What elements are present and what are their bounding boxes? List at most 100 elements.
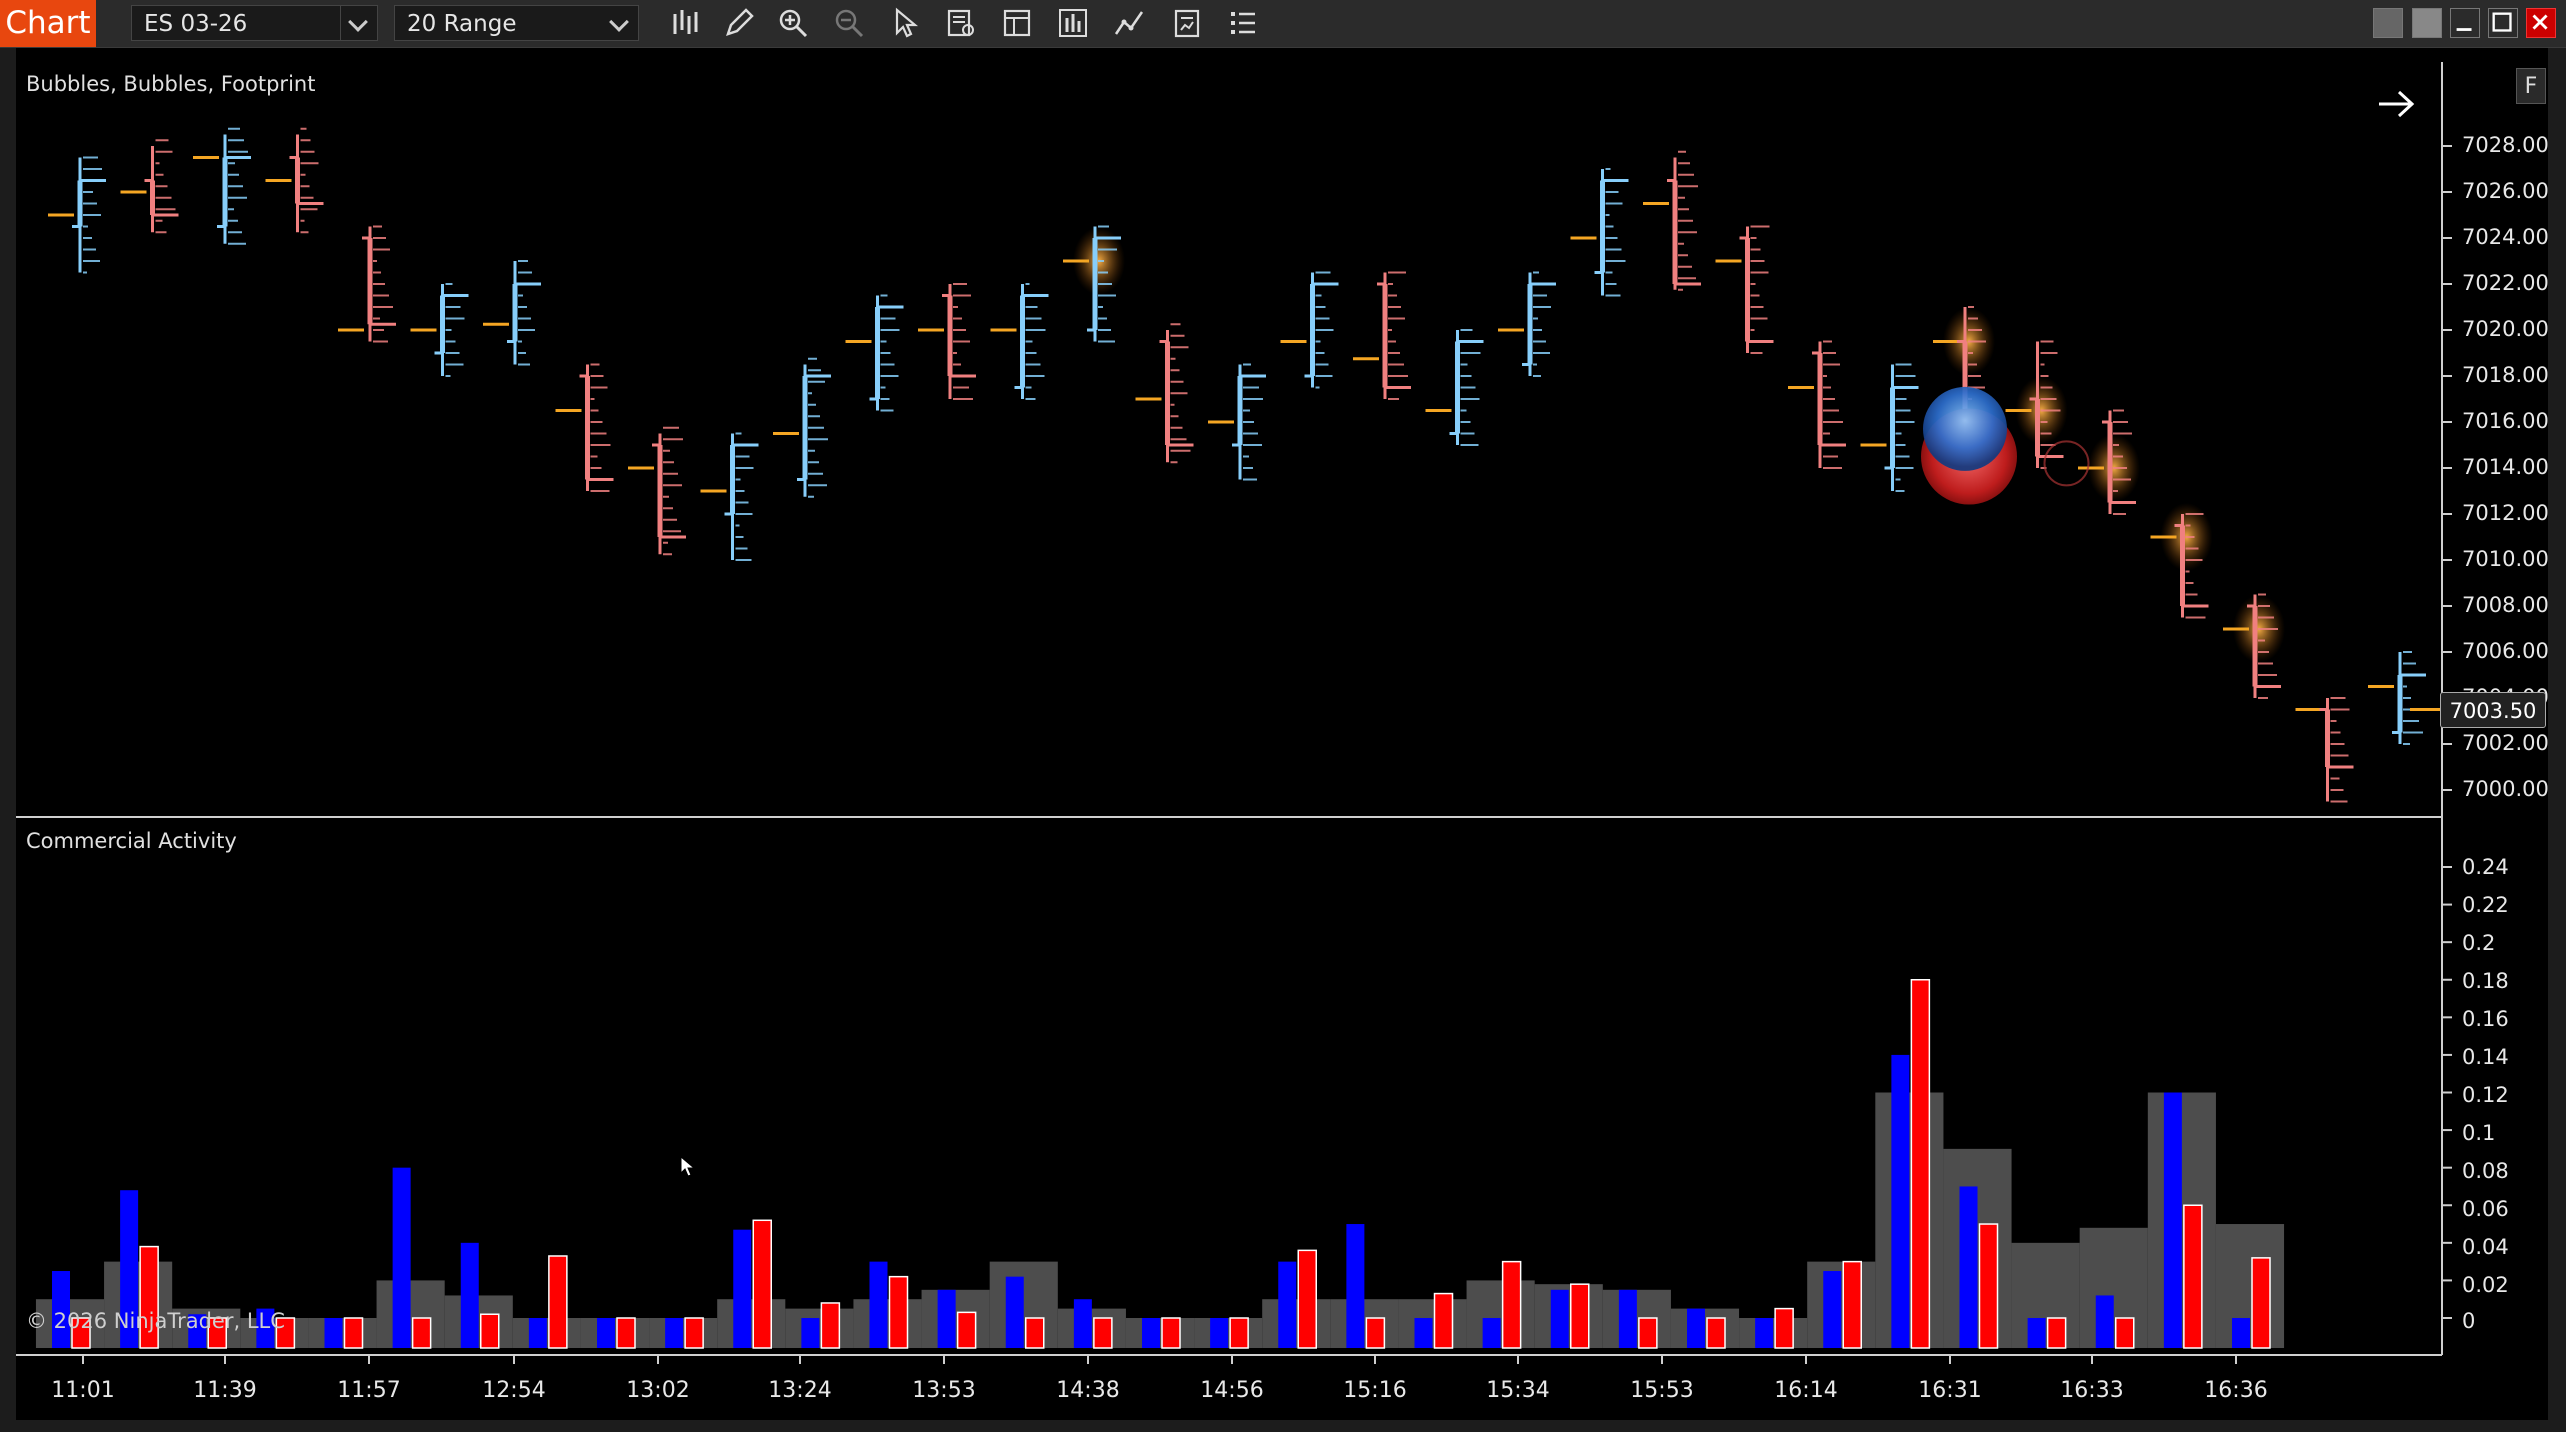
activity-background-bar	[2215, 1224, 2285, 1348]
footprint-bar	[773, 357, 831, 498]
arrow-right-icon[interactable]	[2375, 86, 2417, 122]
price-axis-tick: 7000.00	[2462, 777, 2549, 801]
chart-window-tab[interactable]: Chart	[0, 0, 96, 47]
interval-selector[interactable]: 20 Range	[394, 5, 639, 41]
bar-body	[2397, 675, 2403, 733]
buy-activity-bar	[324, 1318, 343, 1348]
chart-canvas[interactable]	[0, 0, 2566, 1432]
buy-activity-bar	[1687, 1308, 1705, 1348]
buy-activity-bar	[801, 1318, 820, 1348]
indicator-axis-tick: 0.16	[2462, 1007, 2509, 1031]
bar-body	[947, 295, 953, 376]
time-axis-tick: 15:53	[1630, 1378, 1694, 1403]
window-frame-left	[0, 48, 16, 1432]
sell-activity-bar	[1093, 1317, 1113, 1349]
sell-activity-bar	[1025, 1317, 1045, 1349]
time-axis-tick: 16:14	[1774, 1378, 1838, 1403]
buy-activity-bar	[392, 1167, 411, 1348]
zoom-out-icon[interactable]	[832, 6, 866, 40]
chevron-down-icon[interactable]	[602, 6, 638, 40]
tile-icon[interactable]	[2412, 8, 2442, 38]
sell-activity-bar	[1570, 1283, 1590, 1349]
buy-activity-bar	[460, 1242, 479, 1348]
bar-body	[2035, 399, 2040, 457]
instrument-selector[interactable]: ES 03-26	[131, 5, 378, 41]
price-panel-title: Bubbles, Bubbles, Footprint	[26, 72, 316, 96]
sell-bubble	[1921, 408, 2017, 505]
bar-body	[802, 376, 808, 480]
zoom-in-icon[interactable]	[776, 6, 810, 40]
price-axis-tick: 7018.00	[2462, 363, 2549, 387]
activity-background-bar	[1330, 1299, 1399, 1348]
pencil-icon[interactable]	[722, 6, 756, 40]
buy-activity-bar	[1414, 1318, 1433, 1348]
maximize-icon[interactable]	[2488, 8, 2518, 38]
activity-background-bar	[444, 1295, 513, 1348]
footprint-bar	[483, 260, 541, 366]
time-axis-tick: 11:57	[337, 1378, 401, 1403]
tile-icon[interactable]	[2373, 8, 2403, 38]
bar-body	[1020, 295, 1025, 388]
sell-activity-bar	[1297, 1249, 1317, 1349]
properties-icon[interactable]	[1000, 6, 1034, 40]
activity-glow	[2160, 503, 2213, 571]
footprint-bar	[700, 432, 759, 561]
buy-activity-bar	[2027, 1318, 2046, 1348]
buy-activity-bar	[1959, 1186, 1978, 1348]
buy-activity-bar	[1755, 1318, 1774, 1348]
bar-type-icon[interactable]	[668, 6, 702, 40]
footprint-bar	[193, 127, 251, 245]
time-axis-tick: 13:02	[626, 1378, 690, 1403]
sell-activity-bar	[616, 1317, 636, 1349]
sell-activity-bar	[548, 1255, 568, 1349]
time-axis-tick: 13:24	[768, 1378, 832, 1403]
price-axis-tick: 7002.00	[2462, 731, 2549, 755]
strategies-icon[interactable]	[1056, 6, 1090, 40]
sell-activity-bar	[1978, 1223, 1999, 1349]
time-axis-tick: 12:54	[482, 1378, 546, 1403]
buy-activity-bar	[528, 1318, 547, 1348]
footprint-bar	[1353, 271, 1411, 400]
bar-body	[1237, 376, 1243, 445]
activity-glow	[2015, 376, 2068, 445]
bar-body	[1165, 341, 1170, 445]
more-menu-icon[interactable]	[1226, 6, 1260, 40]
bar-body	[657, 445, 663, 537]
sell-activity-bar	[752, 1219, 772, 1349]
footprint-bar	[338, 225, 396, 343]
sell-activity-bar	[480, 1313, 500, 1349]
chevron-down-icon[interactable]	[340, 6, 377, 40]
copyright-notice: © 2026 NinjaTrader, LLC	[26, 1309, 285, 1333]
buy-activity-bar	[1210, 1318, 1229, 1348]
time-axis-tick: 14:38	[1056, 1378, 1120, 1403]
close-icon[interactable]	[2526, 8, 2556, 38]
pointer-icon[interactable]	[888, 6, 922, 40]
time-axis-tick: 14:56	[1200, 1378, 1264, 1403]
bar-body	[585, 376, 590, 480]
minimize-icon[interactable]	[2450, 8, 2480, 38]
f-button[interactable]: F	[2516, 68, 2546, 104]
sell-activity-bar	[684, 1317, 704, 1349]
footprint-bar	[1498, 271, 1556, 377]
window-frame-right	[2548, 48, 2566, 1432]
buy-activity-bar	[1346, 1224, 1365, 1348]
mouse-cursor-icon	[680, 1155, 696, 1178]
indicators-icon[interactable]	[1112, 6, 1146, 40]
buy-activity-bar	[1550, 1289, 1569, 1348]
bar-body	[150, 180, 155, 215]
bar-body	[875, 307, 880, 399]
data-box-icon[interactable]	[944, 6, 978, 40]
footprint-bar	[410, 283, 469, 377]
sell-activity-bar	[956, 1311, 977, 1349]
sell-activity-bar	[2115, 1317, 2135, 1349]
activity-background-bar	[1534, 1284, 1603, 1348]
activity-background-bar	[1466, 1280, 1535, 1348]
footprint-bar	[1135, 323, 1194, 464]
activity-glow	[1943, 307, 1995, 376]
activity-background-bar	[1602, 1289, 1671, 1348]
instrument-value: ES 03-26	[144, 11, 248, 37]
templates-icon[interactable]	[1170, 6, 1204, 40]
sell-activity-bar	[1365, 1317, 1386, 1349]
activity-background-bar	[1194, 1318, 1263, 1348]
window-frame-bottom	[0, 1420, 2566, 1432]
